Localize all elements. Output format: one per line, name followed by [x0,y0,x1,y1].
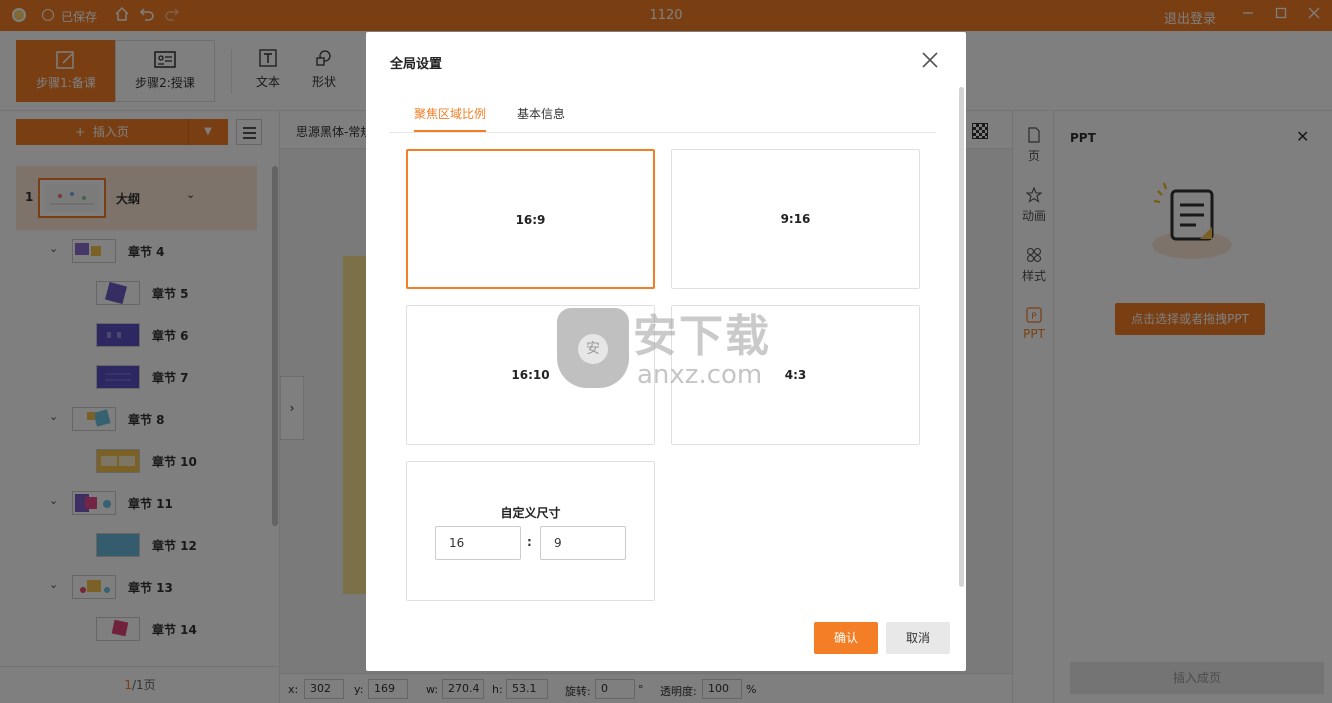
watermark-en: anxz.com [637,360,763,390]
ratio-option-9-16[interactable]: 9:16 [671,149,920,289]
dialog-title: 全局设置 [390,57,443,72]
close-icon[interactable] [920,50,940,70]
shield-icon: 安 [557,308,629,388]
ratio-label: 9:16 [780,212,811,226]
tab-basic-info[interactable]: 基本信息 [517,105,565,130]
tab-focus-ratio[interactable]: 聚焦区域比例 [414,105,487,132]
watermark-shield-text: 安 [578,334,608,364]
custom-width-input[interactable]: 16 [435,526,521,560]
ratio-label: 16:9 [515,213,546,227]
dialog-tabs: 聚焦区域比例 基本信息 [390,101,936,133]
custom-size-label: 自定义尺寸 [500,506,561,520]
cancel-button[interactable]: 取消 [886,622,950,654]
size-separator: : [527,535,532,549]
site-watermark: 安 安下载 anxz.com [557,308,777,394]
confirm-button[interactable]: 确认 [814,622,878,654]
watermark-cn: 安下载 [633,311,771,362]
custom-size-option[interactable]: 自定义尺寸 16 : 9 [406,461,655,601]
ratio-option-16-9[interactable]: 16:9 [406,149,655,289]
dialog-scrollbar[interactable] [959,87,964,587]
custom-height-input[interactable]: 9 [540,526,626,560]
